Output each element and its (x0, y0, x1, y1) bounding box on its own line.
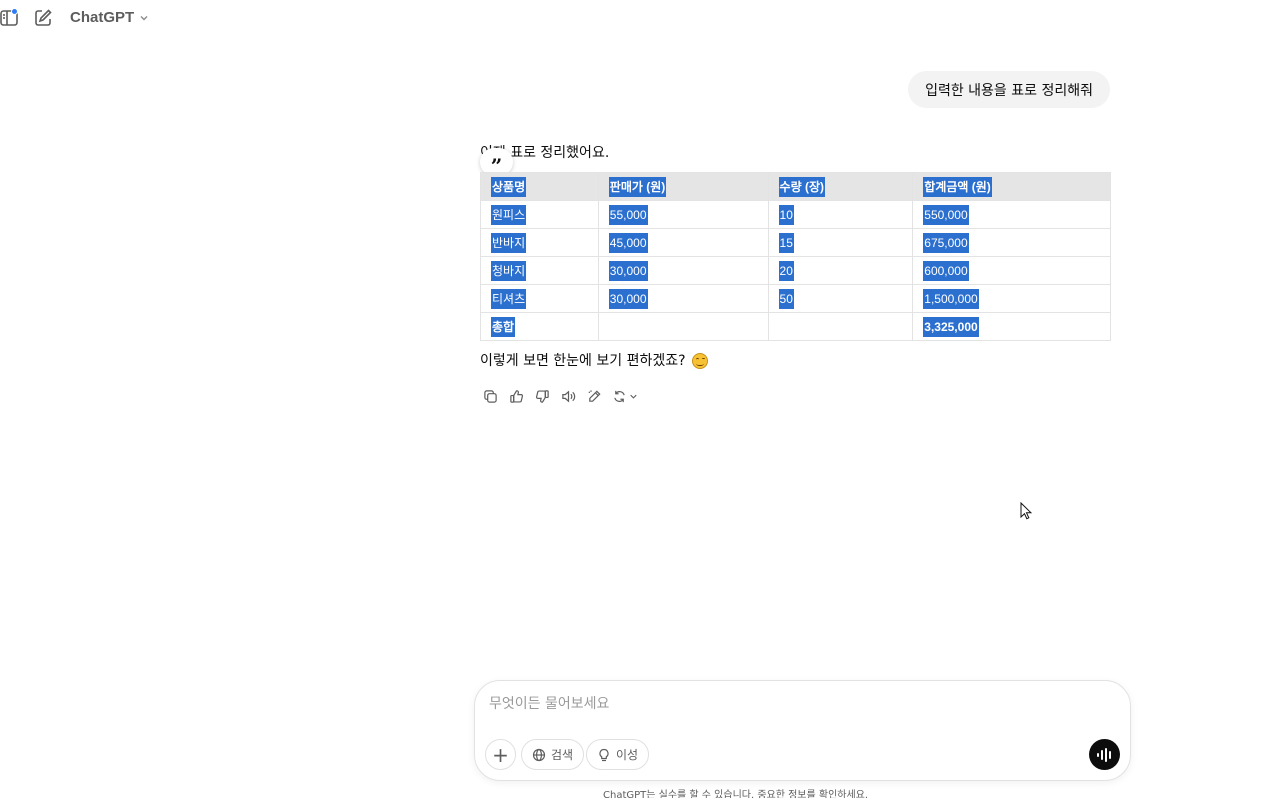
table-cell: 30,000 (597, 284, 769, 313)
table-cell (597, 312, 769, 341)
add-attachment-button[interactable]: + (485, 739, 516, 770)
prompt-input[interactable] (489, 693, 1049, 715)
model-name: ChatGPT (70, 9, 135, 26)
chevron-down-icon (140, 15, 148, 20)
voice-mode-button[interactable] (1089, 739, 1120, 770)
table-cell: 10 (767, 200, 914, 229)
copy-icon[interactable] (482, 388, 498, 404)
notification-dot (11, 8, 18, 15)
user-message-bubble: 입력한 내용을 표로 정리해줘 (908, 71, 1110, 108)
thumbs-down-icon[interactable] (534, 388, 550, 404)
table-cell: 티셔츠 (480, 284, 599, 313)
thumbs-up-icon[interactable] (508, 388, 524, 404)
table-row: 티셔츠 30,000 50 1,500,000 (480, 284, 1111, 313)
globe-icon (532, 748, 546, 761)
table-cell: 30,000 (597, 256, 769, 285)
table-cell: 총합 (480, 312, 599, 341)
table-cell: 20 (767, 256, 914, 285)
waveform-icon (1096, 747, 1111, 762)
table-cell: 3,325,000 (912, 312, 1111, 341)
table-cell (767, 312, 914, 341)
new-chat-icon[interactable] (33, 8, 53, 28)
table-row: 반바지 45,000 15 675,000 (480, 228, 1111, 257)
plus-icon: + (492, 742, 509, 767)
assistant-message: 이제 표로 정리했어요. ” 상품명 판매가 (원) 수량 (장) 합계금액 (… (480, 143, 1111, 403)
table-row: 청바지 30,000 20 600,000 (480, 256, 1111, 285)
table-cell: 50 (767, 284, 914, 313)
table-cell: 600,000 (912, 256, 1111, 285)
assistant-outro-text: 이렇게 보면 한눈에 보기 편하겠죠? (480, 353, 686, 369)
composer: + 검색 이성 (474, 680, 1131, 781)
user-message-text: 입력한 내용을 표로 정리해줘 (925, 82, 1093, 99)
assistant-outro: 이렇게 보면 한눈에 보기 편하겠죠? (480, 350, 708, 372)
table-cell: 550,000 (912, 200, 1111, 229)
message-actions (482, 388, 640, 404)
table-header-row: 상품명 판매가 (원) 수량 (장) 합계금액 (원) (480, 172, 1111, 201)
table-cell: 15 (767, 228, 914, 257)
table-total-row: 총합 3,325,000 (480, 312, 1111, 341)
table-row: 원피스 55,000 10 550,000 (480, 200, 1111, 229)
table-cell: 청바지 (480, 256, 599, 285)
lightbulb-icon (599, 748, 609, 761)
regenerate-icon[interactable] (612, 388, 640, 404)
disclaimer-text: ChatGPT는 실수를 할 수 있습니다. 중요한 정보를 확인하세요. (603, 790, 869, 798)
model-selector[interactable]: ChatGPT (70, 9, 150, 26)
table-cell: 반바지 (480, 228, 599, 257)
table-cell: 55,000 (597, 200, 769, 229)
table-header-cell: 수량 (장) (767, 172, 914, 201)
search-button[interactable]: 검색 (521, 739, 585, 770)
table-cell: 45,000 (597, 228, 769, 257)
edit-icon[interactable] (586, 388, 602, 404)
table-header-cell: 합계금액 (원) (912, 172, 1111, 201)
assistant-intro: 이제 표로 정리했어요. ” (480, 143, 1111, 176)
search-button-label: 검색 (551, 748, 574, 762)
speaker-icon[interactable] (560, 388, 576, 404)
reason-button[interactable]: 이성 (586, 739, 650, 770)
reason-button-label: 이성 (616, 748, 639, 762)
table-cell: 원피스 (480, 200, 599, 229)
summary-table: 상품명 판매가 (원) 수량 (장) 합계금액 (원) 원피스 55,000 1… (480, 172, 1111, 341)
table-cell: 1,500,000 (912, 284, 1111, 313)
table-header-cell: 판매가 (원) (597, 172, 769, 201)
table-header-cell: 상품명 (480, 172, 599, 201)
mouse-cursor-icon (1020, 502, 1032, 520)
smile-emoji-icon (691, 353, 708, 369)
table-cell: 675,000 (912, 228, 1111, 257)
